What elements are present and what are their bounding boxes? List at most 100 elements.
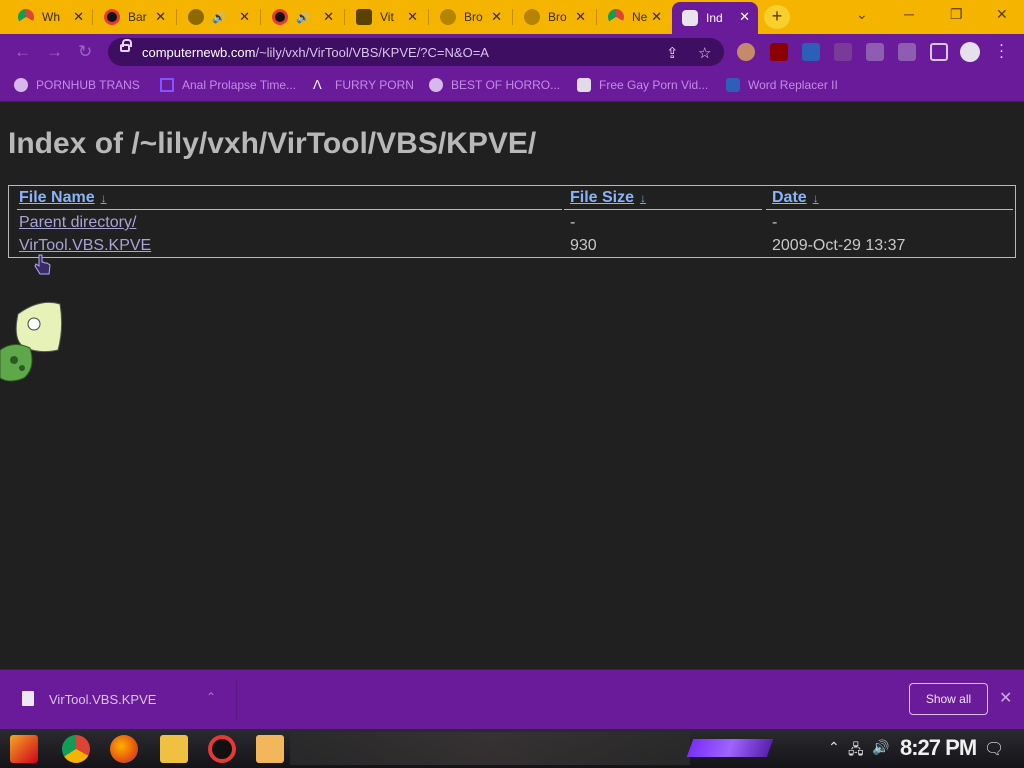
tab-1[interactable]: Wh ✕ — [8, 2, 92, 32]
bookmark-2[interactable]: Anal Prolapse Time... — [160, 78, 296, 92]
file-explorer-taskbar-icon[interactable] — [160, 735, 188, 763]
sort-by-date-link[interactable]: Date — [772, 189, 807, 206]
share-icon[interactable]: ⇪ — [666, 44, 679, 62]
column-header-date[interactable]: Date ↓ — [772, 189, 819, 207]
taskbar-clock[interactable]: 8:27 PM — [900, 735, 977, 761]
forward-icon[interactable]: → — [46, 42, 63, 62]
restore-icon[interactable]: ❐ — [950, 6, 963, 23]
header-underline — [17, 209, 562, 210]
file-listing-table: File Name ↓ File Size ↓ Date ↓ Parent direc… — [8, 185, 1016, 258]
close-tab-icon[interactable]: ✕ — [407, 9, 418, 25]
tab-6[interactable]: Bro ✕ — [430, 2, 510, 32]
column-header-file-size[interactable]: File Size ↓ — [570, 189, 646, 207]
bookmark-6[interactable]: Word Replacer II — [726, 78, 838, 92]
download-file-name[interactable]: VirTool.VBS.KPVE — [49, 692, 156, 707]
sort-by-size-link[interactable]: File Size — [570, 189, 634, 206]
tab-label: Bar — [128, 10, 147, 24]
page-title: Index of /~lily/vxh/VirTool/VBS/KPVE/ — [8, 127, 537, 160]
volume-icon[interactable]: 🔊 — [872, 739, 889, 756]
bookmark-label: PORNHUB TRANS — [36, 78, 140, 92]
record-icon — [272, 9, 288, 25]
bookmark-label: BEST OF HORRO... — [451, 78, 561, 92]
sort-arrow-icon[interactable]: ↓ — [640, 191, 646, 205]
ufo-icon — [440, 9, 456, 25]
close-tab-icon[interactable]: ✕ — [651, 9, 662, 25]
close-tab-icon[interactable]: ✕ — [73, 9, 84, 25]
record-icon — [104, 9, 120, 25]
tab-4[interactable]: 🔊 ✕ — [262, 2, 342, 32]
tab-7[interactable]: Bro ✕ — [514, 2, 594, 32]
url-text[interactable]: computernewb.com/~lily/vxh/VirTool/VBS/K… — [142, 45, 489, 60]
extension-icon[interactable] — [834, 43, 852, 61]
network-icon[interactable]: 🖧 — [848, 739, 864, 763]
menu-icon[interactable]: · · · — [999, 37, 1004, 64]
tab-5[interactable]: Vit ✕ — [346, 2, 426, 32]
start-button[interactable] — [10, 735, 38, 763]
skull-icon — [682, 10, 698, 26]
notification-icon[interactable]: 🗨 — [984, 739, 1004, 759]
close-window-icon[interactable]: ✕ — [996, 6, 1008, 23]
bookmark-3[interactable]: Λ FURRY PORN — [313, 78, 414, 93]
extension-avatar-icon[interactable] — [737, 43, 755, 61]
taskbar: ⌃ 🖧 🔊 8:27 PM 🗨 — [0, 729, 1024, 768]
minimize-icon[interactable]: ─ — [904, 6, 914, 22]
tab-search-icon[interactable]: ⌄ — [856, 6, 868, 23]
url-path: /~lily/vxh/VirTool/VBS/KPVE/?C=N&O=A — [255, 45, 489, 60]
column-header-file-name[interactable]: File Name ↓ — [19, 189, 107, 207]
firefox-taskbar-icon[interactable] — [110, 735, 138, 763]
parent-directory-link[interactable]: Parent directory/ — [19, 214, 136, 232]
bookmark-5[interactable]: Free Gay Porn Vid... — [577, 78, 708, 92]
file-link-virtool[interactable]: VirTool.VBS.KPVE — [19, 237, 151, 255]
side-panel-icon[interactable] — [930, 43, 948, 61]
close-tab-icon[interactable]: ✕ — [155, 9, 166, 25]
tab-8[interactable]: Ne ✕ — [598, 2, 670, 32]
puzzle-icon[interactable] — [866, 43, 884, 61]
url-domain: computernewb.com — [142, 45, 256, 60]
close-tab-icon[interactable]: ✕ — [575, 9, 586, 25]
globe-icon — [14, 78, 28, 92]
tab-3[interactable]: 🔊 ✕ — [178, 2, 258, 32]
file-size-cell: 930 — [570, 237, 597, 254]
chevron-up-icon[interactable]: ⌃ — [206, 690, 216, 704]
speaker-icon[interactable]: 🔊 — [212, 11, 226, 24]
close-tab-icon[interactable]: ✕ — [239, 9, 250, 25]
speaker-icon[interactable]: 🔊 — [296, 11, 310, 24]
peridot-mascot-cursor-icon — [0, 301, 63, 382]
tab-divider — [92, 9, 93, 25]
header-underline — [766, 209, 1013, 210]
close-tab-icon[interactable]: ✕ — [491, 9, 502, 25]
sort-arrow-icon[interactable]: ↓ — [813, 191, 819, 205]
ublock-icon[interactable] — [770, 43, 788, 61]
tab-2[interactable]: Bar ✕ — [94, 2, 174, 32]
word-replacer-icon[interactable] — [802, 43, 820, 61]
recorder-taskbar-icon[interactable] — [208, 735, 236, 763]
sort-by-name-link[interactable]: File Name — [19, 189, 95, 206]
address-bar[interactable]: computernewb.com/~lily/vxh/VirTool/VBS/K… — [108, 38, 724, 66]
bookmark-4[interactable]: BEST OF HORRO... — [429, 78, 560, 92]
chevron-up-icon[interactable]: ⌃ — [828, 739, 840, 756]
close-icon[interactable]: ✕ — [999, 688, 1012, 708]
bookmarks-bar: PORNHUB TRANS Anal Prolapse Time... Λ FU… — [0, 70, 1024, 102]
tab-label: Vit — [380, 10, 394, 24]
tab-label: Ind — [706, 11, 723, 25]
media-queue-icon[interactable] — [898, 43, 916, 61]
profile-avatar-icon[interactable] — [960, 42, 980, 62]
lock-icon[interactable] — [120, 39, 132, 52]
tab-divider — [512, 9, 513, 25]
close-tab-icon[interactable]: ✕ — [323, 9, 334, 25]
chrome-taskbar-icon[interactable] — [62, 735, 90, 763]
close-tab-icon[interactable]: ✕ — [739, 9, 750, 25]
bookmark-label: Word Replacer II — [748, 78, 838, 92]
download-bar: VirTool.VBS.KPVE ⌃ Show all ✕ — [0, 669, 1024, 729]
new-tab-button[interactable]: + — [764, 5, 790, 29]
sort-arrow-icon[interactable]: ↓ — [101, 191, 107, 205]
tab-9-active[interactable]: Ind ✕ — [672, 2, 758, 34]
bookmark-1[interactable]: PORNHUB TRANS — [14, 78, 140, 92]
back-icon[interactable]: ← — [14, 42, 31, 62]
bookmark-star-icon[interactable]: ☆ — [698, 44, 711, 62]
show-all-button[interactable]: Show all — [909, 683, 988, 715]
media-player-taskbar-icon[interactable] — [256, 735, 284, 763]
reload-icon[interactable]: ↻ — [78, 42, 92, 62]
tab-divider — [428, 9, 429, 25]
chrome-icon — [608, 9, 624, 25]
